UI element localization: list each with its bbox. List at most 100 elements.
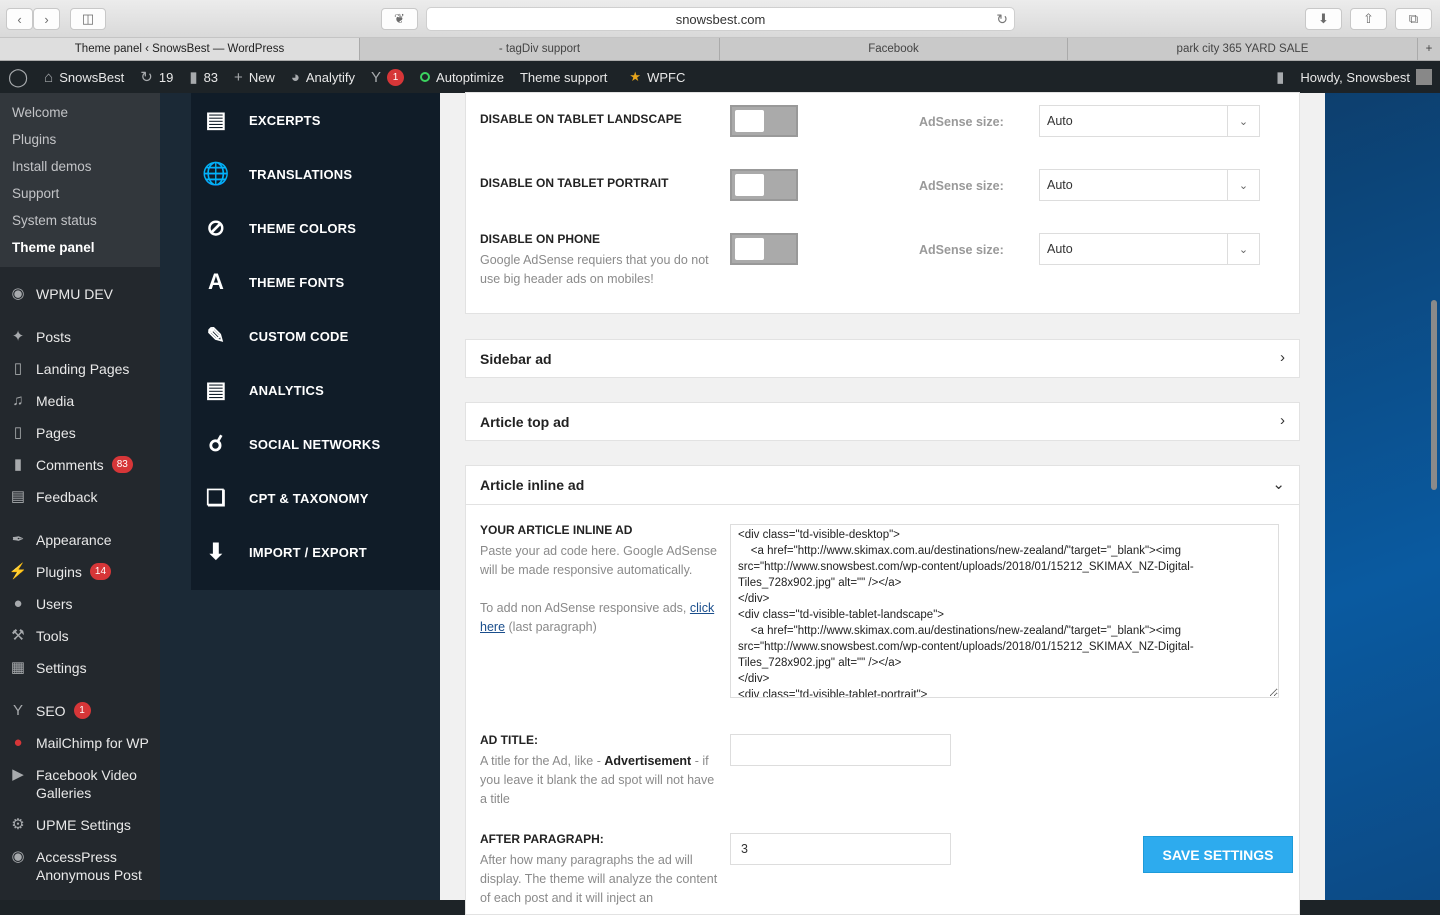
menu-item-media[interactable]: ♫ Media <box>0 385 160 417</box>
tab-label: park city 365 YARD SALE <box>1176 43 1309 55</box>
nav-translations[interactable]: 🌐 TRANSLATIONS <box>191 147 440 201</box>
back-button[interactable]: ‹ <box>6 8 33 30</box>
menu-item-tools[interactable]: ⚒ Tools <box>0 620 160 652</box>
disable-tablet-landscape-toggle[interactable] <box>730 105 798 137</box>
menu-item-accesspress[interactable]: ◉ AccessPress Anonymous Post <box>0 841 160 891</box>
forward-button[interactable]: › <box>33 8 60 30</box>
palette-icon: ⊘ <box>206 215 226 240</box>
menu-item-appearance[interactable]: ✒ Appearance <box>0 524 160 556</box>
save-settings-button[interactable]: SAVE SETTINGS <box>1143 836 1293 873</box>
nav-analytics[interactable]: ▤ ANALYTICS <box>191 363 440 417</box>
download-icon: ⬇ <box>1318 11 1329 26</box>
submenu-item-plugins[interactable]: Plugins <box>0 126 160 153</box>
brush-icon: ✒ <box>11 531 25 548</box>
wp-logo-menu[interactable]: ◯ <box>0 61 36 93</box>
notifications-menu[interactable]: ▮ <box>1268 61 1292 93</box>
menu-item-feedback[interactable]: ▤ Feedback <box>0 481 160 513</box>
theme-support-menu[interactable]: Theme support <box>512 61 615 93</box>
address-bar[interactable]: snowsbest.com ↻ <box>426 7 1015 31</box>
comments-menu[interactable]: ▮ 83 <box>181 61 226 93</box>
tab-tagdiv-support[interactable]: - tagDiv support <box>360 38 720 60</box>
tab-theme-panel[interactable]: Theme panel ‹ SnowsBest — WordPress <box>0 38 360 60</box>
section-header[interactable]: Article inline ad ⌄ <box>466 466 1299 505</box>
menu-item-mailchimp[interactable]: ● MailChimp for WP <box>0 727 160 759</box>
scrollbar[interactable] <box>1431 300 1437 490</box>
nav-theme-colors[interactable]: ⊘ THEME COLORS <box>191 201 440 255</box>
new-content-menu[interactable]: + New <box>226 61 283 93</box>
updates-menu[interactable]: ↻ 19 <box>132 61 181 93</box>
extension-button[interactable]: ❦ <box>381 8 418 30</box>
inline-ad-label: YOUR ARTICLE INLINE AD <box>480 523 633 537</box>
submenu-item-theme-panel[interactable]: Theme panel <box>0 234 160 261</box>
nav-excerpts[interactable]: ▤ EXCERPTS <box>191 93 440 147</box>
disable-phone-toggle[interactable] <box>730 233 798 265</box>
adsense-size-select[interactable]: Auto ⌄ <box>1039 105 1260 137</box>
tab-label: Theme panel ‹ SnowsBest — WordPress <box>74 43 285 55</box>
updates-count: 19 <box>158 69 174 85</box>
analytify-menu[interactable]: ◕ Analytify <box>283 61 363 93</box>
chevron-down-icon: ⌄ <box>1227 170 1259 200</box>
menu-item-pages[interactable]: ▯ Pages <box>0 417 160 449</box>
account-menu[interactable]: Howdy, Snowsbest <box>1292 61 1440 93</box>
sidebar-toggle-button[interactable]: ◫ <box>70 8 106 30</box>
inline-ad-code-textarea[interactable]: <div class="td-visible-desktop"> <a href… <box>730 524 1279 698</box>
site-name: SnowsBest <box>59 69 125 85</box>
section-sidebar-ad[interactable]: Sidebar ad › <box>465 339 1300 378</box>
yoast-icon: Y <box>12 702 23 719</box>
page-icon: ▯ <box>13 424 23 441</box>
menu-item-landing-pages[interactable]: ▯ Landing Pages <box>0 353 160 385</box>
menu-item-plugins[interactable]: ⚡ Plugins 14 <box>0 556 160 588</box>
menu-item-posts[interactable]: ✦ Posts <box>0 321 160 353</box>
menu-item-settings[interactable]: ▦ Settings <box>0 652 160 684</box>
site-name-menu[interactable]: ⌂ SnowsBest <box>36 61 132 93</box>
chevron-left-icon: ‹ <box>17 11 22 27</box>
nav-social-networks[interactable]: ☌ SOCIAL NETWORKS <box>191 417 440 471</box>
menu-item-upme[interactable]: ⚙ UPME Settings <box>0 809 160 841</box>
menu-label: Posts <box>36 329 72 345</box>
submenu-item-welcome[interactable]: Welcome <box>0 99 160 126</box>
tab-park-city[interactable]: park city 365 YARD SALE <box>1068 38 1418 60</box>
submenu-item-system-status[interactable]: System status <box>0 207 160 234</box>
new-tab-button[interactable]: + <box>1418 38 1440 60</box>
nav-custom-code[interactable]: ✎ CUSTOM CODE <box>191 309 440 363</box>
pages-icon: ▯ <box>13 360 23 377</box>
disable-tablet-portrait-toggle[interactable] <box>730 169 798 201</box>
nav-import-export[interactable]: ⬇ IMPORT / EXPORT <box>191 525 440 579</box>
note-suffix: (last paragraph) <box>508 620 597 634</box>
chevron-right-icon: › <box>1280 412 1285 429</box>
adsense-size-select[interactable]: Auto ⌄ <box>1039 233 1260 265</box>
menu-item-users[interactable]: ● Users <box>0 588 160 620</box>
chevron-right-icon: › <box>44 11 49 27</box>
ad-title-input[interactable] <box>730 734 951 766</box>
section-article-top-ad[interactable]: Article top ad › <box>465 402 1300 441</box>
tab-label: Facebook <box>868 43 919 55</box>
section-title: Sidebar ad <box>480 351 552 367</box>
after-paragraph-input[interactable]: 3 <box>730 833 951 865</box>
adsense-size-select[interactable]: Auto ⌄ <box>1039 169 1260 201</box>
mailchimp-icon: ● <box>13 734 23 751</box>
share-button[interactable]: ⇧ <box>1350 8 1387 30</box>
menu-item-facebook-video[interactable]: ▶ Facebook Video Galleries <box>0 759 160 809</box>
tabs-overview-button[interactable]: ⧉ <box>1395 8 1432 30</box>
admin-menu: Welcome Plugins Install demos Support Sy… <box>0 93 160 900</box>
plus-icon: + <box>1425 43 1433 55</box>
menu-item-wpmu-dev[interactable]: ◉ WPMU DEV <box>0 278 160 310</box>
menu-item-comments[interactable]: ▮ Comments 83 <box>0 449 160 481</box>
menu-item-seo[interactable]: Y SEO 1 <box>0 695 160 727</box>
menu-label: UPME Settings <box>36 817 131 833</box>
nav-cpt-taxonomy[interactable]: ❏ CPT & TAXONOMY <box>191 471 440 525</box>
nav-theme-fonts[interactable]: A THEME FONTS <box>191 255 440 309</box>
reload-icon[interactable]: ↻ <box>996 11 1008 28</box>
autoptimize-menu[interactable]: Autoptimize <box>412 61 512 93</box>
tab-facebook[interactable]: Facebook <box>720 38 1068 60</box>
seo-menu[interactable]: Y1 <box>363 61 412 93</box>
sidebar-icon: ◫ <box>81 11 95 26</box>
submenu-item-install-demos[interactable]: Install demos <box>0 153 160 180</box>
submenu-item-support[interactable]: Support <box>0 180 160 207</box>
globe-icon: 🌐 <box>202 161 230 186</box>
menu-label: MailChimp for WP <box>36 735 149 751</box>
header-ad-card: DISABLE ON TABLET LANDSCAPE AdSense size… <box>465 92 1300 314</box>
wpfc-menu[interactable]: ★ WPFC <box>621 61 693 93</box>
downloads-button[interactable]: ⬇ <box>1305 8 1342 30</box>
menu-label: Comments <box>36 457 104 473</box>
